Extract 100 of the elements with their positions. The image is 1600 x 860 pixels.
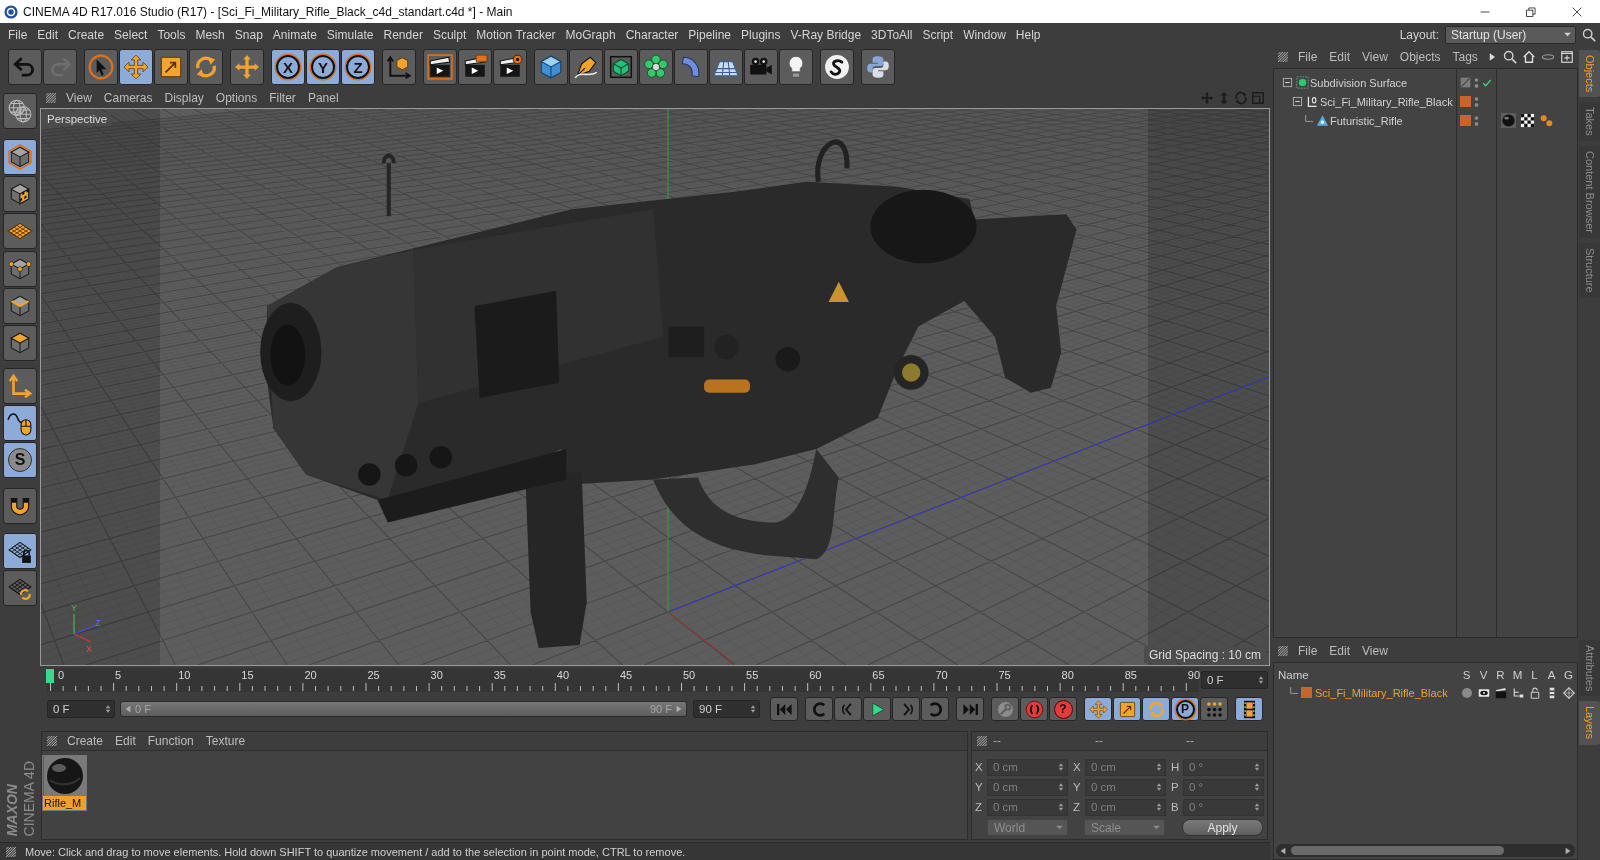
x-axis-button[interactable]: X bbox=[271, 49, 305, 85]
check-icon[interactable] bbox=[1482, 77, 1492, 88]
scale-tool-button[interactable] bbox=[154, 49, 188, 85]
menu-item[interactable]: Help bbox=[1010, 26, 1046, 43]
menu-item[interactable]: File bbox=[1292, 644, 1324, 658]
menu-item[interactable]: Tools bbox=[152, 26, 191, 43]
cloner-button[interactable] bbox=[639, 49, 673, 85]
layout-dropdown[interactable]: Startup (User) bbox=[1445, 25, 1576, 44]
layer-name[interactable]: Sci_Fi_Military_Rifle_Black bbox=[1315, 686, 1448, 699]
render-settings-button[interactable] bbox=[493, 49, 527, 85]
side-tab[interactable]: Structure bbox=[1579, 243, 1600, 298]
side-tab[interactable]: Layers bbox=[1579, 701, 1600, 745]
spinner-icon[interactable] bbox=[1156, 782, 1162, 792]
spinner-icon[interactable] bbox=[1058, 782, 1064, 792]
column-header[interactable]: V bbox=[1475, 669, 1492, 681]
solo-button[interactable]: S bbox=[3, 442, 37, 478]
menu-item[interactable]: File bbox=[3, 26, 33, 43]
make-editable-button[interactable] bbox=[3, 93, 37, 129]
object-row[interactable]: Futuristic_Rifle bbox=[1274, 111, 1577, 130]
side-tab[interactable]: Content Browser bbox=[1579, 146, 1600, 238]
timeline-ruler[interactable]: 0 5 10 15 20 25 30 35 40 45 50 55 60 65 70 75 80 85 90 bbox=[47, 668, 1199, 692]
eye-icon[interactable] bbox=[1477, 686, 1490, 699]
menu-item[interactable]: Filter bbox=[263, 91, 302, 105]
current-frame-field[interactable]: 0 F bbox=[1201, 671, 1268, 689]
menu-item[interactable]: View bbox=[1356, 50, 1394, 64]
menu-item[interactable]: Create bbox=[63, 26, 110, 43]
side-tab[interactable]: Takes bbox=[1579, 102, 1600, 142]
object-row[interactable]: Sci_Fi_Military_Rifle_Black bbox=[1274, 92, 1577, 111]
sphere-tag-icon[interactable] bbox=[1501, 113, 1516, 128]
column-header[interactable]: A bbox=[1543, 669, 1560, 681]
subdivision-button[interactable] bbox=[604, 49, 638, 85]
grip-icon[interactable] bbox=[46, 93, 56, 103]
column-header[interactable]: Name bbox=[1274, 669, 1458, 681]
spinner-icon[interactable] bbox=[1254, 802, 1260, 812]
planar-workplane-button[interactable] bbox=[3, 570, 37, 606]
spinner-icon[interactable] bbox=[1156, 762, 1162, 772]
menu-item[interactable]: Sculpt bbox=[427, 26, 472, 43]
sketch-button[interactable] bbox=[820, 49, 854, 85]
checker-tag-icon[interactable] bbox=[1520, 113, 1535, 128]
menu-item[interactable]: Options bbox=[209, 91, 264, 105]
menu-item[interactable]: Simulate bbox=[321, 26, 379, 43]
parameter-key-button[interactable]: P bbox=[1171, 697, 1199, 721]
menu-item[interactable]: Display bbox=[158, 91, 210, 105]
spinner-icon[interactable] bbox=[1254, 782, 1260, 792]
polygons-mode-button[interactable] bbox=[3, 325, 37, 361]
z-axis-button[interactable]: Z bbox=[341, 49, 375, 85]
object-row[interactable]: Subdivision Surface bbox=[1274, 73, 1577, 92]
menu-item[interactable]: Edit bbox=[109, 734, 142, 748]
menu-item[interactable]: Character bbox=[620, 26, 684, 43]
menu-item[interactable]: Tags bbox=[1446, 50, 1484, 64]
menu-item[interactable]: Cameras bbox=[97, 91, 159, 105]
column-header[interactable]: G bbox=[1560, 669, 1577, 681]
material-thumbnail[interactable]: Rifle_M bbox=[42, 755, 87, 811]
menu-item[interactable]: Pipeline bbox=[683, 26, 737, 43]
render-view-button[interactable] bbox=[423, 49, 457, 85]
visibility-dots-icon[interactable] bbox=[1474, 76, 1479, 89]
collapse-icon[interactable] bbox=[1282, 77, 1293, 88]
texture-mode-button[interactable] bbox=[3, 176, 37, 212]
visibility-dots-icon[interactable] bbox=[1474, 114, 1479, 127]
undo-button[interactable] bbox=[8, 49, 42, 85]
collapse-icon[interactable] bbox=[1292, 96, 1303, 107]
spinner-icon[interactable] bbox=[750, 704, 756, 714]
open-lock-icon[interactable] bbox=[1528, 686, 1541, 699]
lock-workplane-button[interactable] bbox=[3, 533, 37, 569]
spinner-icon[interactable] bbox=[105, 704, 111, 714]
rotate-tool-button[interactable] bbox=[189, 49, 223, 85]
previous-key-button[interactable] bbox=[805, 697, 833, 721]
side-tab[interactable]: Objects bbox=[1579, 50, 1600, 98]
grip-icon[interactable] bbox=[47, 736, 57, 746]
search-icon[interactable] bbox=[1582, 27, 1596, 42]
next-key-button[interactable] bbox=[921, 697, 949, 721]
menu-item[interactable]: Motion Tracker bbox=[471, 26, 561, 43]
spinner-icon[interactable] bbox=[1156, 802, 1162, 812]
home-icon[interactable] bbox=[1521, 50, 1536, 64]
snap-button[interactable] bbox=[3, 488, 37, 524]
grip-icon[interactable] bbox=[1278, 52, 1288, 62]
deformer-button[interactable] bbox=[674, 49, 708, 85]
grip-icon[interactable] bbox=[977, 736, 987, 746]
select-tool-button[interactable] bbox=[84, 49, 118, 85]
coordinate-system-button[interactable] bbox=[382, 49, 416, 85]
menu-item[interactable]: Window bbox=[958, 26, 1011, 43]
scroll-left-icon[interactable] bbox=[1279, 846, 1287, 855]
dots-tag-icon[interactable] bbox=[1539, 113, 1554, 128]
menu-item[interactable]: Select bbox=[109, 26, 153, 43]
column-header[interactable]: R bbox=[1492, 669, 1509, 681]
apply-button[interactable]: Apply bbox=[1182, 819, 1263, 836]
scroll-right-icon[interactable] bbox=[1564, 846, 1572, 855]
menu-item[interactable]: MoGraph bbox=[560, 26, 621, 43]
menu-item[interactable]: Animate bbox=[267, 26, 322, 43]
render-picture-button[interactable] bbox=[458, 49, 492, 85]
end-frame-field[interactable]: 90 F bbox=[693, 700, 760, 718]
model-mode-button[interactable] bbox=[3, 139, 37, 175]
left-arrow-icon[interactable] bbox=[124, 705, 132, 713]
menu-item[interactable]: Edit bbox=[1323, 644, 1357, 658]
axis-mode-button[interactable] bbox=[3, 368, 37, 404]
column-header[interactable]: M bbox=[1509, 669, 1526, 681]
right-arrow-icon[interactable] bbox=[675, 705, 683, 713]
y-axis-button[interactable]: Y bbox=[306, 49, 340, 85]
grip-icon[interactable] bbox=[6, 846, 16, 857]
layer-swatch-icon[interactable] bbox=[1301, 687, 1312, 698]
